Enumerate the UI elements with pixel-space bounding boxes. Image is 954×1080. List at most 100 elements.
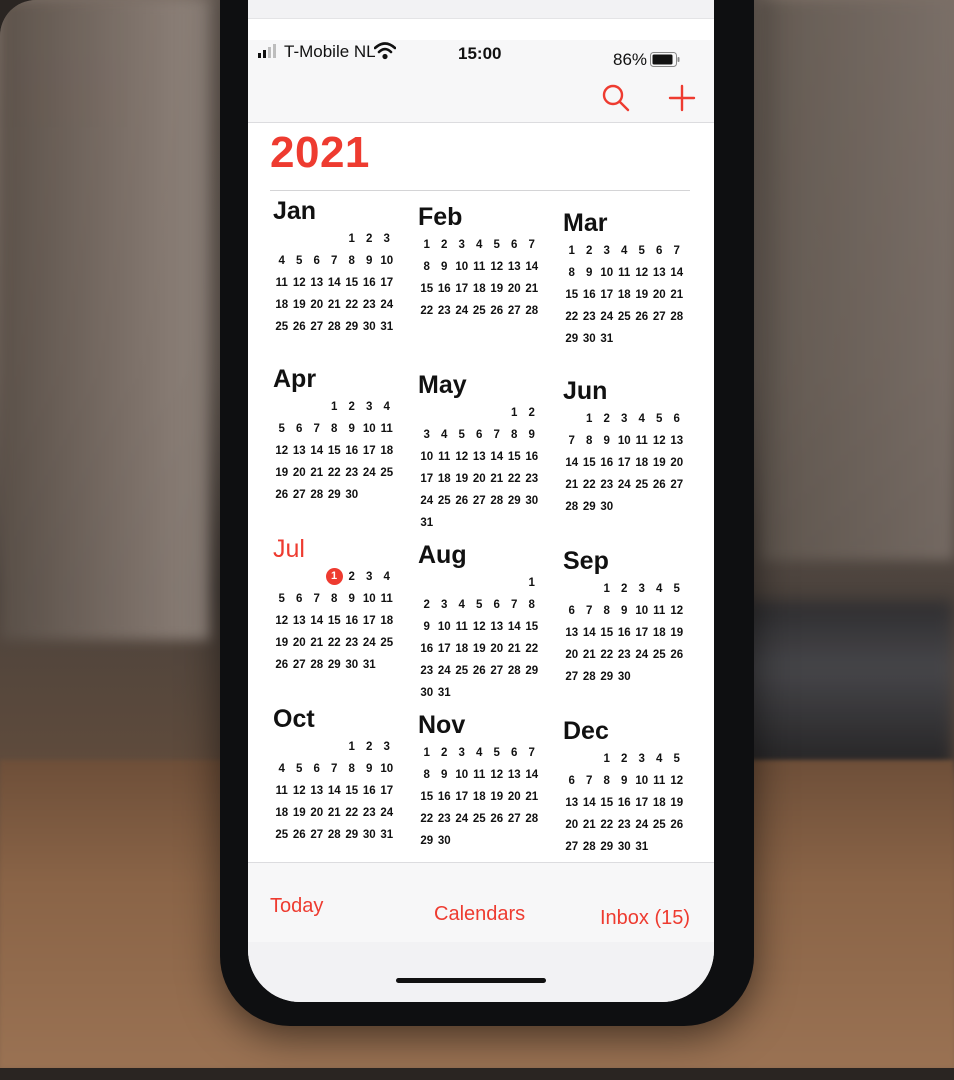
day-number[interactable]: 13 [651,262,669,284]
day-number[interactable]: 13 [506,256,524,278]
day-number[interactable]: 2 [598,408,616,430]
day-number[interactable]: 8 [506,424,524,446]
day-number[interactable]: 3 [633,748,651,770]
month-nov[interactable]: Nov 1 2 3 4 5 6 7 8 9 10 11 12 13 14 15 16 17 18 19 20 21 22 23… [418,710,556,852]
day-number[interactable]: 22 [418,808,436,830]
day-number[interactable]: 9 [523,424,541,446]
month-apr[interactable]: Apr 1 2 3 4 5 6 7 8 9 10 11 12 13 14 15 16 17 18 19 20 21 22 23… [273,364,411,506]
day-number[interactable]: 3 [616,408,634,430]
day-number[interactable]: 17 [361,610,379,632]
day-number[interactable]: 11 [378,418,396,440]
day-number[interactable]: 14 [523,256,541,278]
day-number[interactable]: 20 [291,462,309,484]
day-number[interactable]: 21 [581,814,599,836]
day-number[interactable]: 7 [581,770,599,792]
day-number[interactable]: 30 [343,484,361,506]
day-number[interactable]: 11 [273,780,291,802]
day-number[interactable]: 16 [343,610,361,632]
day-number[interactable]: 14 [506,616,524,638]
month-jul[interactable]: Jul 1 2 3 4 5 6 7 8 9 10 11 12 13 14 15 16 17 18 19 20 21 22 23… [273,534,411,676]
day-number[interactable]: 3 [361,396,379,418]
day-number[interactable]: 2 [343,396,361,418]
day-number[interactable]: 28 [308,484,326,506]
day-number[interactable]: 29 [326,484,344,506]
day-number[interactable]: 26 [488,300,506,322]
day-number[interactable]: 16 [581,284,599,306]
day-number[interactable]: 27 [506,300,524,322]
day-number[interactable]: 18 [651,622,669,644]
day-number[interactable]: 3 [378,736,396,758]
day-number[interactable]: 9 [436,256,454,278]
day-number[interactable]: 3 [453,742,471,764]
day-number[interactable]: 14 [326,272,344,294]
day-number[interactable]: 31 [418,512,436,534]
month-feb[interactable]: Feb 1 2 3 4 5 6 7 8 9 10 11 12 13 14 15 16 17 18 19 20 21 22 23… [418,202,556,322]
day-number[interactable]: 11 [471,256,489,278]
day-number[interactable]: 20 [651,284,669,306]
day-number[interactable]: 21 [506,638,524,660]
day-number[interactable]: 12 [488,764,506,786]
day-number[interactable]: 19 [633,284,651,306]
month-aug[interactable]: Aug 1 2 3 4 5 6 7 8 9 10 11 12 13 14 15 16 17 18 19 20 21 22 23… [418,540,556,704]
day-number[interactable]: 29 [343,316,361,338]
day-number[interactable]: 28 [523,300,541,322]
day-number[interactable]: 5 [273,588,291,610]
day-number[interactable]: 3 [633,578,651,600]
day-number[interactable]: 10 [598,262,616,284]
day-number[interactable]: 21 [488,468,506,490]
day-number[interactable]: 22 [418,300,436,322]
day-number[interactable]: 23 [343,632,361,654]
day-number[interactable]: 25 [471,808,489,830]
day-number[interactable]: 13 [506,764,524,786]
day-number[interactable]: 26 [273,484,291,506]
day-number[interactable]: 14 [668,262,686,284]
day-number[interactable]: 13 [308,780,326,802]
day-number[interactable]: 5 [453,424,471,446]
day-number[interactable]: 2 [616,748,634,770]
day-number[interactable]: 18 [651,792,669,814]
day-number[interactable]: 13 [291,610,309,632]
day-number[interactable]: 13 [308,272,326,294]
day-number[interactable]: 26 [471,660,489,682]
day-number[interactable]: 7 [308,588,326,610]
day-number[interactable]: 22 [563,306,581,328]
day-number[interactable]: 8 [326,588,344,610]
day-number[interactable]: 7 [326,250,344,272]
day-number[interactable]: 17 [598,284,616,306]
day-number[interactable]: 27 [506,808,524,830]
day-number[interactable]: 19 [273,462,291,484]
day-number[interactable]: 4 [378,396,396,418]
day-number[interactable]: 7 [308,418,326,440]
day-number[interactable]: 2 [436,234,454,256]
day-number[interactable]: 21 [308,632,326,654]
day-number[interactable]: 1 [581,408,599,430]
day-number[interactable]: 24 [633,644,651,666]
day-number[interactable]: 19 [453,468,471,490]
day-number[interactable]: 29 [506,490,524,512]
day-number[interactable]: 27 [563,666,581,688]
day-number[interactable]: 21 [581,644,599,666]
day-number[interactable]: 3 [453,234,471,256]
day-number[interactable]: 4 [651,578,669,600]
day-number[interactable]: 25 [453,660,471,682]
home-indicator[interactable] [396,978,546,983]
day-number[interactable]: 11 [378,588,396,610]
day-number[interactable]: 23 [436,300,454,322]
day-number[interactable]: 13 [471,446,489,468]
day-number[interactable]: 16 [361,272,379,294]
day-number[interactable]: 4 [651,748,669,770]
day-number[interactable]: 5 [488,742,506,764]
day-number[interactable]: 3 [598,240,616,262]
day-number[interactable]: 27 [308,824,326,846]
day-number[interactable]: 25 [378,632,396,654]
day-number[interactable]: 24 [418,490,436,512]
day-number[interactable]: 8 [418,764,436,786]
day-number[interactable]: 21 [563,474,581,496]
day-number[interactable]: 6 [668,408,686,430]
month-mar[interactable]: Mar 1 2 3 4 5 6 7 8 9 10 11 12 13 14 15 16 17 18 19 20 21 22 23… [563,208,701,350]
day-number[interactable]: 26 [453,490,471,512]
day-number[interactable]: 11 [616,262,634,284]
day-number[interactable]: 3 [378,228,396,250]
day-number[interactable]: 13 [563,792,581,814]
day-number[interactable]: 14 [488,446,506,468]
